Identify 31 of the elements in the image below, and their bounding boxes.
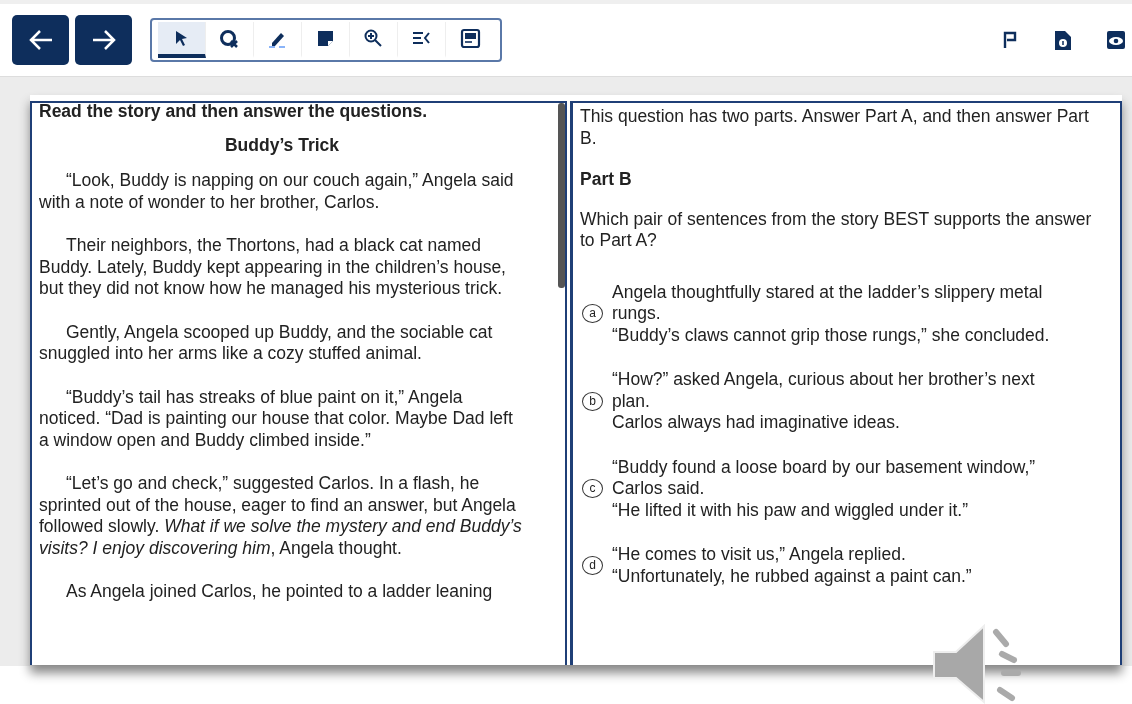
answer-choice-text: “How?” asked Angela, curious about her brother’s next plan. bbox=[612, 369, 1036, 412]
question-intro: This question has two parts. Answer Part A, and then answer Part B. bbox=[580, 106, 1090, 149]
answer-choice-text: “Buddy’s claws cannot grip those rungs,” she concluded. bbox=[612, 324, 1051, 346]
right-arrow-icon bbox=[90, 29, 117, 51]
document-icon[interactable] bbox=[1054, 29, 1072, 51]
circle-x-icon bbox=[219, 28, 240, 49]
story-paragraph: Their neighbors, the Thortons, had a black cat named Buddy. Lately, Buddy kept appearing in the children’s house, but they did not know how he managed his mysterious trick. bbox=[39, 235, 507, 300]
answer-choice-text: “Unfortunately, he rubbed against a paint can.” bbox=[612, 565, 973, 587]
scrollbar-thumb[interactable] bbox=[558, 103, 565, 288]
answer-choice-text: “He lifted it with his paw and wiggled under it.” bbox=[612, 499, 969, 521]
question-prompt: Which pair of sentences from the story BEST supports the answer to Part A? bbox=[580, 208, 1093, 252]
answer-choice-text: Carlos always had imaginative ideas. bbox=[612, 412, 901, 434]
zoom-in-icon bbox=[363, 28, 384, 49]
sticky-note-icon bbox=[315, 28, 336, 49]
story-paragraph: “Look, Buddy is napping on our couch again,” Angela said with a note of wonder to her brother, Carlos. bbox=[39, 170, 515, 213]
answer-choice-text: “He comes to visit us,” Angela replied. bbox=[612, 544, 907, 566]
answer-choice-text: Angela thoughtfully stared at the ladder’s slippery metal rungs. bbox=[612, 281, 1044, 325]
tool-button[interactable] bbox=[158, 22, 206, 58]
back-button[interactable] bbox=[12, 15, 69, 65]
story-paragraph: As Angela joined Carlos, he pointed to a ladder leaning bbox=[65, 581, 494, 603]
eye-icon[interactable] bbox=[1106, 30, 1126, 50]
instruction-text: Read the story and then answer the questions. bbox=[39, 103, 428, 123]
story-paragraph: “Buddy’s tail has streaks of blue paint on it,” Angela noticed. “Dad is painting our house that color. Maybe Dad left a window open and Buddy climbed inside.” bbox=[39, 386, 514, 451]
answer-choice-text: “Buddy found a loose board by our basement window,” Carlos said. bbox=[612, 456, 1037, 500]
story-paragraph: Gently, Angela scooped up Buddy, and the sociable cat snuggled into her arms like a cozy stuffed animal. bbox=[39, 321, 494, 365]
story-paragraph: “Let’s go and check,” suggested Carlos. In a flash, he sprinted out of the house, eager to find an answer, but Angela followed slowly. What if we solve the mystery and end Buddy’s visits? I enjoy discovering him, Angela thought. bbox=[39, 473, 523, 559]
story-title: Buddy’s Trick bbox=[223, 134, 341, 156]
next-button[interactable] bbox=[75, 15, 132, 65]
part-heading: Part B bbox=[580, 169, 633, 191]
panel-icon bbox=[459, 28, 481, 49]
left-arrow-icon bbox=[27, 29, 54, 51]
